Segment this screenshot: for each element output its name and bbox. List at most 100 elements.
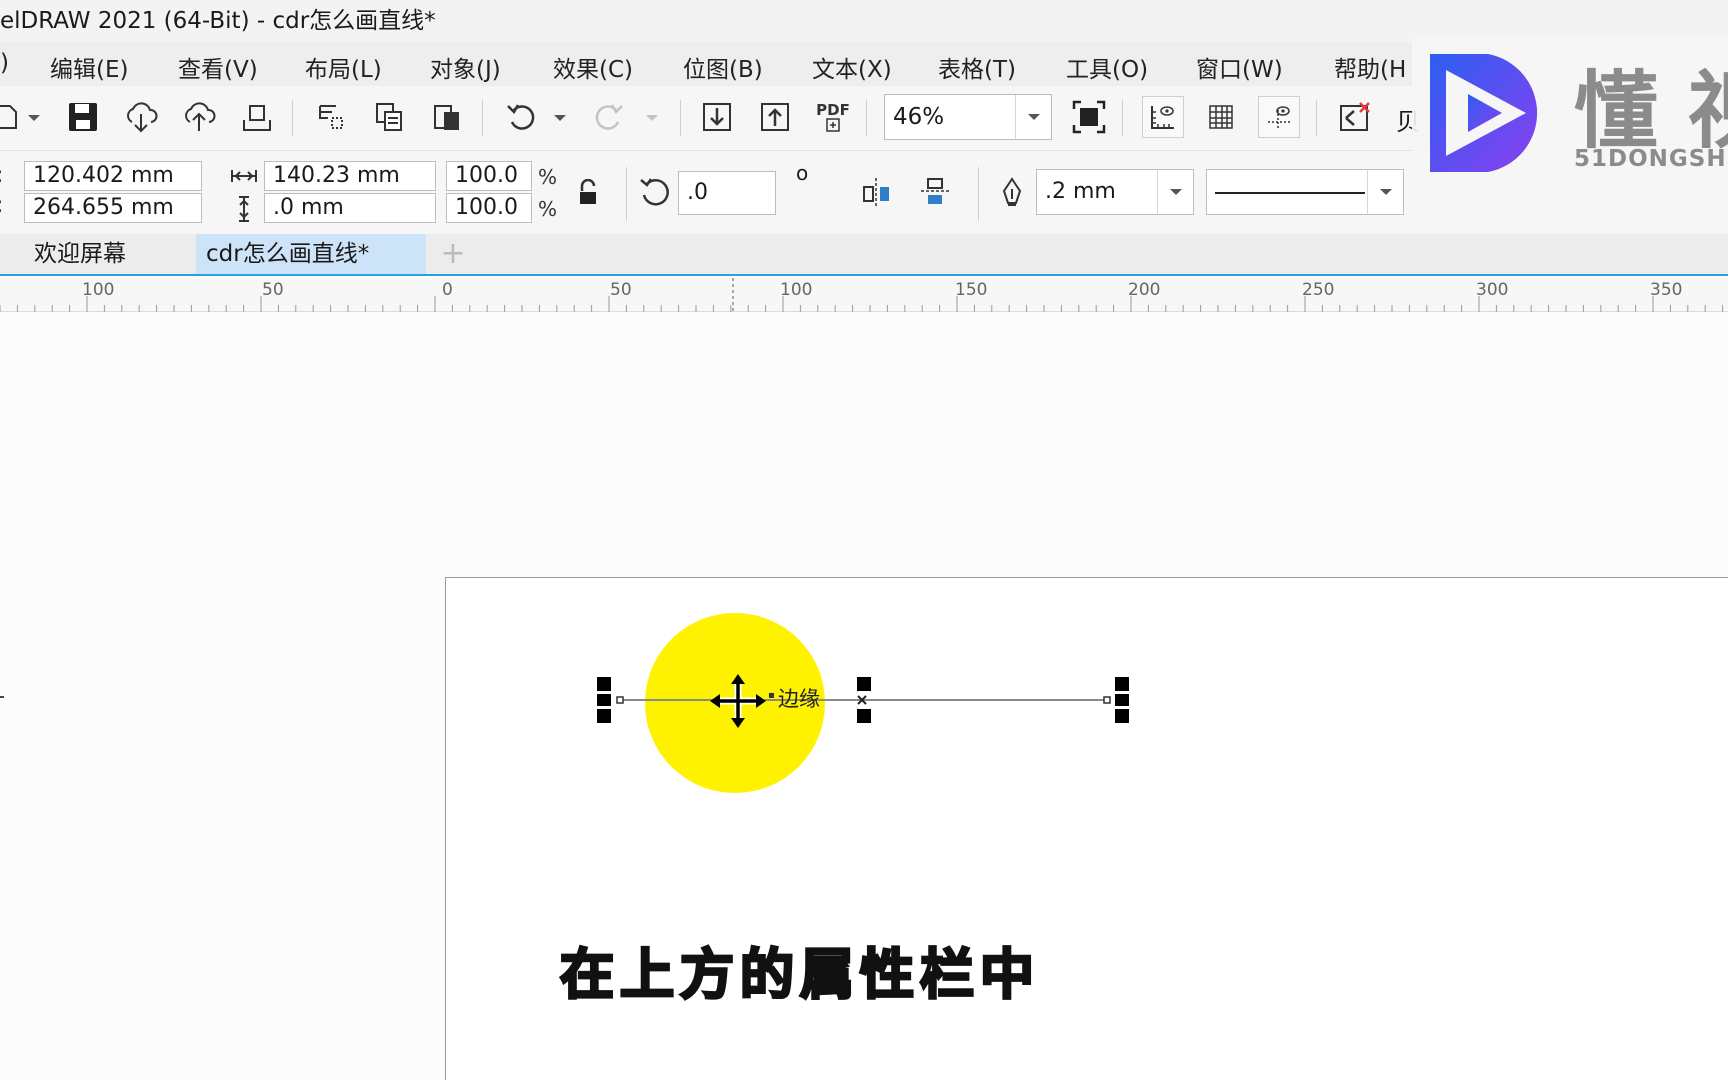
line-style-field[interactable] [1206,169,1404,215]
outline-width-value: .2 mm [1045,179,1116,204]
line-style-preview [1215,192,1365,194]
tab-label: cdr怎么画直线* [206,241,370,267]
watermark-overlay: 懂 视 51DONGSHI.C [1412,38,1728,188]
zoom-level-value: 46% [893,104,945,130]
paste-icon[interactable] [426,96,468,138]
menu-help[interactable]: 帮助(H [1334,50,1406,84]
snap-marker: ▪ [768,690,775,701]
show-grid-icon[interactable] [1200,96,1242,138]
pdf-label: PDF [816,101,850,119]
menu-text[interactable]: 文本(X) [812,50,892,84]
show-rulers-icon[interactable] [1142,96,1184,138]
redo-dropdown-icon[interactable] [642,104,662,132]
ruler-label: 50 [262,280,284,300]
app-window: elDRAW 2021 (64-Bit) - cdr怎么画直线* ) 编辑(E)… [0,0,1728,1080]
selection-handle[interactable] [857,677,871,691]
import-icon[interactable] [696,96,738,138]
toolbar-separator [866,100,867,136]
y-position-field[interactable]: 264.655 mm [24,193,202,223]
menu-object[interactable]: 对象(J) [430,50,501,84]
menu-layout[interactable]: 布局(L) [305,50,382,84]
export-icon[interactable] [754,96,796,138]
selection-handle[interactable] [1115,677,1129,691]
selection-handle[interactable] [597,709,611,723]
chevron-down-icon[interactable] [1015,95,1051,139]
toolbar-separator [1316,100,1317,136]
cloud-download-icon[interactable] [120,96,162,138]
y-label: : [0,193,3,218]
selection-handle[interactable] [597,694,611,706]
ruler-label: 100 [82,280,115,300]
menu-view[interactable]: 查看(V) [178,50,258,84]
menu-tools[interactable]: 工具(O) [1066,50,1148,84]
menu-edit[interactable]: 编辑(E) [50,50,128,84]
selection-handle[interactable] [1115,694,1129,706]
mirror-horizontal-icon[interactable] [856,171,898,213]
full-screen-icon[interactable] [1068,96,1110,138]
menu-table[interactable]: 表格(T) [938,50,1016,84]
title-bar: elDRAW 2021 (64-Bit) - cdr怎么画直线* [0,0,1728,42]
tab-label: 欢迎屏幕 [34,241,126,267]
rotate-icon [638,175,672,213]
width-icon [230,167,258,189]
ruler-ticks [0,278,1724,312]
selection-handle[interactable] [1115,709,1129,723]
height-icon [236,195,252,227]
menu-edge-fragment: ) [0,50,9,76]
toolbar-separator [482,100,483,136]
toolbar-separator [1122,100,1123,136]
watermark-site: 51DONGSHI.C [1574,146,1728,172]
scale-x-field[interactable]: 100.0 [446,161,532,191]
selection-handle[interactable] [857,709,871,723]
zoom-level-combo[interactable]: 46% [884,94,1052,140]
scale-y-field[interactable]: 100.0 [446,193,532,223]
width-field[interactable]: 140.23 mm [264,161,436,191]
add-tab-icon[interactable]: + [432,234,474,274]
toolbar-separator [626,167,627,221]
cloud-upload-icon[interactable] [178,96,220,138]
height-field[interactable]: .0 mm [264,193,436,223]
undo-icon[interactable] [500,96,542,138]
menu-effects[interactable]: 效果(C) [553,50,633,84]
ruler-label: 250 [1302,280,1335,300]
ruler-label: 100 [780,280,813,300]
rotation-angle-field[interactable]: .0 [678,171,776,215]
degree-symbol: o [796,161,809,185]
tab-document[interactable]: cdr怎么画直线* [196,234,426,274]
outline-width-field[interactable]: .2 mm [1036,169,1194,215]
ruler-label: 200 [1128,280,1161,300]
horizontal-ruler[interactable]: 100 50 0 50 100 150 200 250 300 350 [0,278,1728,312]
cut-icon[interactable] [310,96,352,138]
undo-dropdown-icon[interactable] [550,104,570,132]
chevron-down-icon[interactable] [1157,170,1193,214]
line-end-node[interactable] [1103,696,1111,704]
line-start-node[interactable] [616,696,624,704]
selection-handle[interactable] [597,677,611,691]
menu-bitmaps[interactable]: 位图(B) [683,50,763,84]
publish-pdf-icon[interactable]: PDF [812,96,854,138]
redo-icon[interactable] [588,96,630,138]
ruler-label: 150 [955,280,988,300]
tab-welcome-screen[interactable]: · 欢迎屏幕 [0,234,195,274]
new-dropdown-icon[interactable] [24,104,44,132]
save-icon[interactable] [62,96,104,138]
snap-off-icon[interactable] [1334,96,1376,138]
menu-window[interactable]: 窗口(W) [1196,50,1283,84]
mirror-vertical-icon[interactable] [914,171,956,213]
copy-icon[interactable] [368,96,410,138]
document-tab-bar: · 欢迎屏幕 cdr怎么画直线* + [0,234,1728,276]
x-label: : [0,163,3,188]
chevron-down-icon[interactable] [1367,170,1403,214]
print-icon[interactable] [236,96,278,138]
toolbar-separator [292,100,293,136]
ruler-position-marker [0,696,4,698]
x-position-field[interactable]: 120.402 mm [24,161,202,191]
toolbar-separator [978,167,979,221]
outline-pen-icon [998,177,1026,213]
lock-ratio-icon[interactable] [576,178,600,211]
scale-y-percent: % [538,197,558,221]
show-guidelines-icon[interactable] [1258,96,1300,138]
window-title: elDRAW 2021 (64-Bit) - cdr怎么画直线* [0,8,436,34]
ruler-label: 350 [1650,280,1683,300]
tab-edge-fragment: · [0,234,1,274]
